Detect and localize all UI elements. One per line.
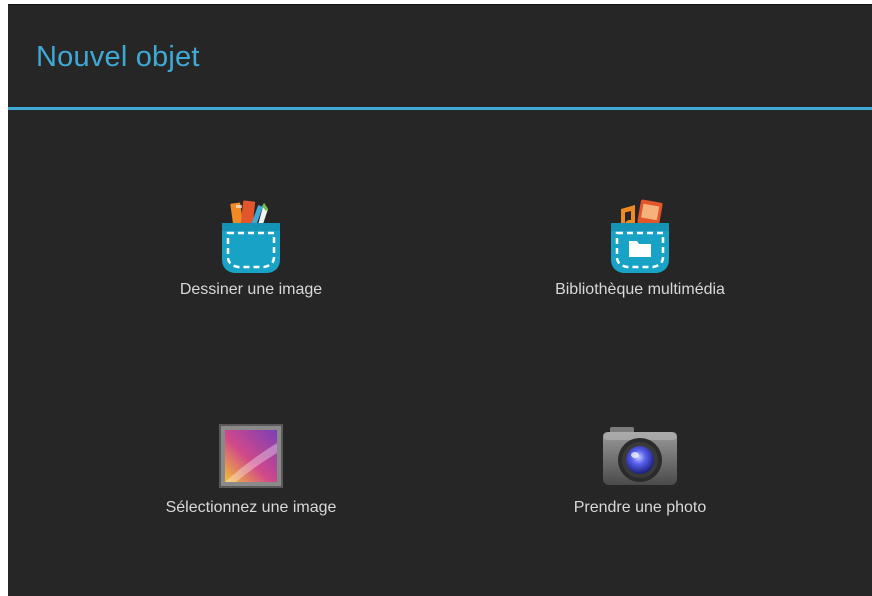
camera-icon	[603, 427, 677, 485]
take-photo-option[interactable]: Prendre une photo	[490, 415, 790, 535]
pocket-paint-icon	[222, 200, 280, 273]
draw-image-label: Dessiner une image	[179, 281, 323, 298]
options-grid: Dessiner une image Bibliothèque multiméd…	[8, 110, 872, 596]
draw-image-option[interactable]: Dessiner une image	[101, 195, 401, 315]
take-photo-label: Prendre une photo	[573, 499, 707, 516]
gallery-image-icon	[219, 424, 283, 488]
select-image-label: Sélectionnez une image	[165, 499, 337, 516]
pocket-media-library-icon	[611, 199, 669, 273]
dialog-title: Nouvel objet	[36, 41, 200, 73]
select-image-option[interactable]: Sélectionnez une image	[101, 415, 401, 535]
media-library-label: Bibliothèque multimédia	[555, 281, 725, 298]
media-library-option[interactable]: Bibliothèque multimédia	[490, 195, 790, 315]
new-object-dialog: Nouvel objet Dessiner une image Biblioth…	[8, 4, 872, 596]
